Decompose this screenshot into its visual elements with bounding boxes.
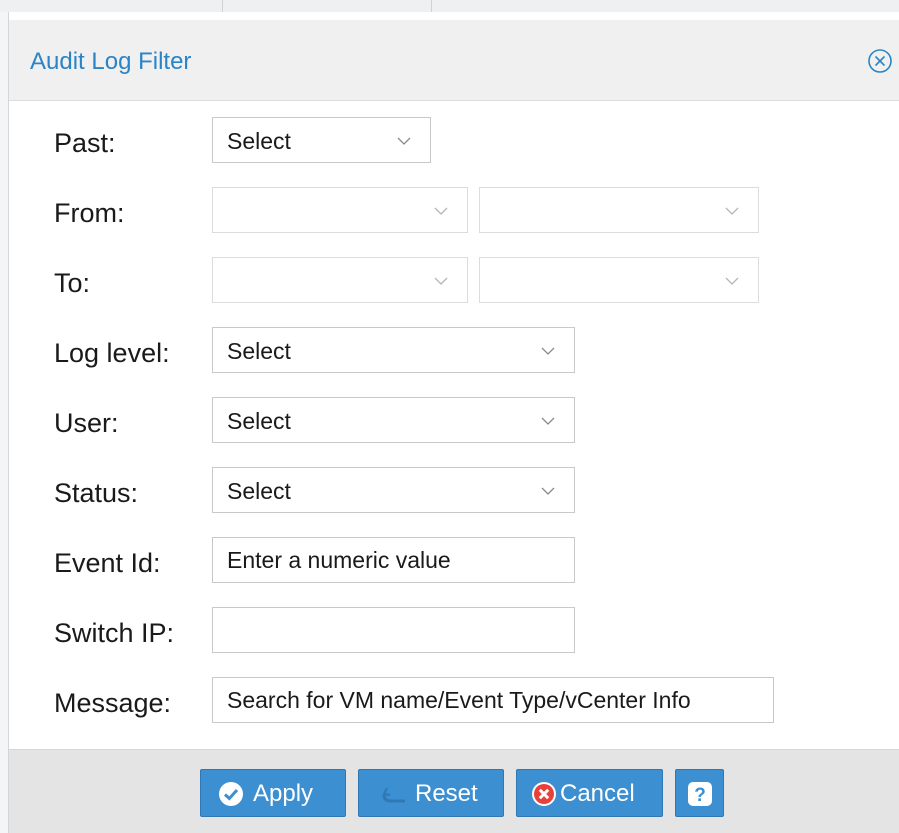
chevron-down-icon bbox=[397, 137, 411, 145]
to-row: To: bbox=[9, 257, 899, 307]
message-row: Message: bbox=[9, 677, 899, 727]
svg-text:?: ? bbox=[694, 785, 706, 806]
cancel-circle-icon bbox=[532, 782, 556, 806]
chevron-down-icon bbox=[725, 207, 739, 215]
event-id-row: Event Id: bbox=[9, 537, 899, 587]
from-time-select[interactable] bbox=[479, 187, 759, 233]
log-level-row: Log level: Select bbox=[9, 327, 899, 377]
to-label: To: bbox=[54, 268, 91, 298]
status-select[interactable]: Select bbox=[212, 467, 575, 513]
past-label: Past: bbox=[54, 128, 116, 158]
switch-ip-label: Switch IP: bbox=[54, 618, 175, 648]
chevron-down-icon bbox=[725, 277, 739, 285]
background-grid-header bbox=[0, 0, 899, 12]
log-level-label: Log level: bbox=[54, 338, 170, 368]
audit-log-filter-dialog: Audit Log Filter Past: Select From: To: … bbox=[9, 12, 899, 833]
help-button[interactable]: ? bbox=[675, 769, 724, 817]
message-input[interactable] bbox=[212, 677, 774, 723]
dialog-title: Audit Log Filter bbox=[30, 48, 192, 75]
close-button[interactable] bbox=[867, 48, 893, 74]
cancel-label: Cancel bbox=[560, 780, 635, 807]
past-select[interactable]: Select bbox=[212, 117, 431, 163]
status-select-value: Select bbox=[227, 478, 291, 504]
chevron-down-icon bbox=[541, 347, 555, 355]
to-date-select[interactable] bbox=[212, 257, 468, 303]
event-id-input[interactable] bbox=[212, 537, 575, 583]
reset-button[interactable]: Reset bbox=[358, 769, 504, 817]
message-label: Message: bbox=[54, 688, 172, 718]
user-row: User: Select bbox=[9, 397, 899, 447]
reset-label: Reset bbox=[415, 780, 478, 807]
from-row: From: bbox=[9, 187, 899, 237]
dialog-footer: Apply Reset Cancel ? bbox=[9, 749, 899, 833]
page: Audit Log Filter Past: Select From: To: … bbox=[0, 0, 899, 833]
switch-ip-input[interactable] bbox=[212, 607, 575, 653]
dialog-header: Audit Log Filter bbox=[9, 20, 899, 101]
apply-button[interactable]: Apply bbox=[200, 769, 346, 817]
chevron-down-icon bbox=[541, 487, 555, 495]
background-panel-edge bbox=[0, 12, 9, 833]
grid-divider bbox=[222, 0, 223, 12]
apply-label: Apply bbox=[253, 780, 314, 807]
past-select-value: Select bbox=[227, 128, 291, 154]
log-level-select-value: Select bbox=[227, 338, 291, 364]
from-date-select[interactable] bbox=[212, 187, 468, 233]
event-id-label: Event Id: bbox=[54, 548, 161, 578]
to-time-select[interactable] bbox=[479, 257, 759, 303]
redo-arrow-icon bbox=[382, 787, 405, 803]
chevron-down-icon bbox=[434, 207, 448, 215]
status-row: Status: Select bbox=[9, 467, 899, 517]
user-label: User: bbox=[54, 408, 119, 438]
user-select-value: Select bbox=[227, 408, 291, 434]
status-label: Status: bbox=[54, 478, 139, 508]
chevron-down-icon bbox=[434, 277, 448, 285]
grid-divider bbox=[431, 0, 432, 12]
cancel-button[interactable]: Cancel bbox=[516, 769, 663, 817]
past-row: Past: Select bbox=[9, 117, 899, 167]
switch-ip-row: Switch IP: bbox=[9, 607, 899, 657]
check-circle-icon bbox=[219, 782, 243, 806]
question-mark-icon: ? bbox=[688, 782, 712, 806]
user-select[interactable]: Select bbox=[212, 397, 575, 443]
chevron-down-icon bbox=[541, 417, 555, 425]
from-label: From: bbox=[54, 198, 125, 228]
log-level-select[interactable]: Select bbox=[212, 327, 575, 373]
close-circle-icon bbox=[868, 49, 892, 73]
